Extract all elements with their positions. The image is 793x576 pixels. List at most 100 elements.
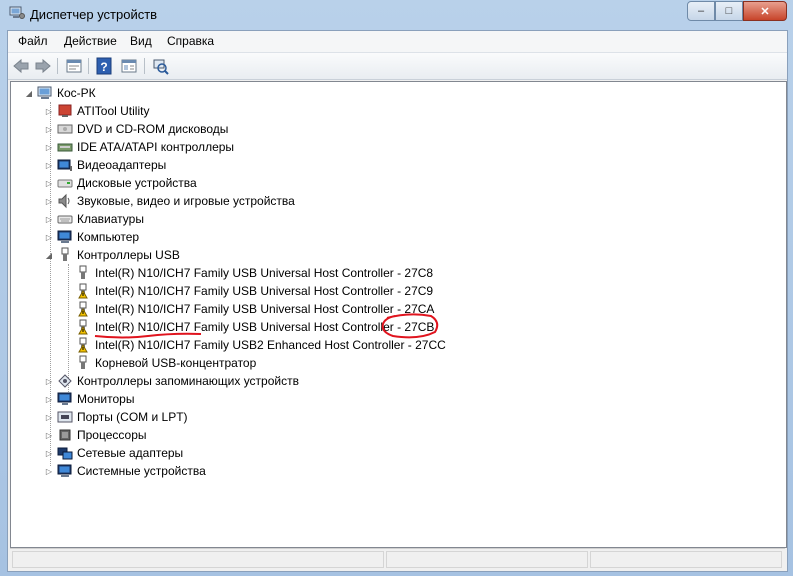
- usb-device-item[interactable]: Intel(R) N10/ICH7 Family USB2 Enhanced H…: [75, 336, 446, 354]
- processor-icon: [59, 429, 71, 441]
- menu-file[interactable]: Файл: [18, 34, 48, 48]
- tree-category[interactable]: ▷ Сетевые адаптеры: [45, 444, 183, 462]
- tree-root-label: Кос-РК: [57, 86, 96, 100]
- usb-warning-icon: [78, 337, 88, 353]
- tree-category[interactable]: ▷ Звуковые, видео и игровые устройства: [45, 192, 295, 210]
- usb-device-item[interactable]: Intel(R) N10/ICH7 Family USB Universal H…: [75, 318, 434, 336]
- ide-icon: [57, 143, 73, 152]
- usb-device-item[interactable]: Intel(R) N10/ICH7 Family USB Universal H…: [75, 264, 433, 282]
- display-adapter-icon: [57, 159, 72, 171]
- tree-category[interactable]: ▷ Компьютер: [45, 228, 139, 246]
- maximize-button[interactable]: □: [715, 1, 743, 21]
- properties-icon[interactable]: [65, 57, 83, 75]
- expand-arrow-icon[interactable]: ▷: [45, 395, 53, 404]
- tree-category[interactable]: ▷ Порты (COM и LPT): [45, 408, 188, 426]
- category-label: Звуковые, видео и игровые устройства: [77, 194, 295, 208]
- device-manager-icon: [9, 6, 25, 19]
- expand-arrow-icon[interactable]: ▷: [45, 377, 53, 386]
- tree-category[interactable]: ▷ Клавиатуры: [45, 210, 144, 228]
- monitor-icon: [57, 392, 72, 405]
- tree-category[interactable]: ▷ Контроллеры запоминающих устройств: [45, 372, 299, 390]
- tree-category-usb[interactable]: ◢ Контроллеры USB: [45, 246, 180, 264]
- disk-icon: [57, 179, 73, 188]
- collapse-arrow-icon[interactable]: ◢: [25, 89, 33, 98]
- expand-arrow-icon[interactable]: ▷: [45, 197, 53, 206]
- expand-arrow-icon[interactable]: ▷: [45, 161, 53, 170]
- computer-icon: [37, 86, 52, 99]
- usb-device-item[interactable]: Intel(R) N10/ICH7 Family USB Universal H…: [75, 300, 434, 318]
- tree-category[interactable]: ▷ ATITool Utility: [45, 102, 150, 120]
- category-label: Клавиатуры: [77, 212, 144, 226]
- category-label: ATITool Utility: [77, 104, 150, 118]
- ati-icon: [58, 104, 72, 117]
- back-icon[interactable]: [12, 57, 30, 75]
- device-label: Intel(R) N10/ICH7 Family USB Universal H…: [95, 284, 434, 298]
- tree-category[interactable]: ▷ Дисковые устройства: [45, 174, 197, 192]
- usb-warning-icon: [78, 283, 88, 299]
- sound-icon: [58, 193, 70, 209]
- device-label: Intel(R) N10/ICH7 Family USB Universal H…: [95, 320, 435, 334]
- tree-category[interactable]: ▷ DVD и CD-ROM дисководы: [45, 120, 228, 138]
- usb-warning-icon: [78, 301, 88, 317]
- tree-category[interactable]: ▷ Процессоры: [45, 426, 147, 444]
- client-area: Файл Действие Вид Справка ? ◢ Кос-РК ▷ A…: [7, 30, 788, 572]
- expand-arrow-icon[interactable]: ▷: [45, 413, 53, 422]
- toolbar: ?: [8, 53, 787, 80]
- usb-device-item[interactable]: Корневой USB-концентратор: [75, 354, 256, 372]
- title-bar[interactable]: Диспетчер устройств – □ ✕: [0, 0, 793, 30]
- expand-arrow-icon[interactable]: ▷: [45, 449, 53, 458]
- minimize-button[interactable]: –: [687, 1, 715, 21]
- expand-arrow-icon[interactable]: ▷: [45, 233, 53, 242]
- usb-device-item[interactable]: Intel(R) N10/ICH7 Family USB Universal H…: [75, 282, 433, 300]
- usb-icon: [61, 247, 69, 261]
- menu-view[interactable]: Вид: [130, 34, 152, 48]
- expand-arrow-icon[interactable]: ▷: [45, 143, 53, 152]
- expand-arrow-icon[interactable]: ▷: [45, 107, 53, 116]
- category-label: Компьютер: [77, 230, 140, 244]
- category-label: Контроллеры запоминающих устройств: [77, 374, 299, 388]
- expand-arrow-icon[interactable]: ▷: [45, 179, 53, 188]
- category-label: Мониторы: [77, 392, 135, 406]
- device-label: Intel(R) N10/ICH7 Family USB Universal H…: [95, 302, 435, 316]
- menu-bar: Файл Действие Вид Справка: [8, 31, 787, 53]
- category-label: DVD и CD-ROM дисководы: [77, 122, 229, 136]
- tree-category[interactable]: ▷ Системные устройства: [45, 462, 206, 480]
- tree-category[interactable]: ▷ Видеоадаптеры: [45, 156, 166, 174]
- usb-plug-icon: [79, 265, 87, 279]
- help-icon[interactable]: ?: [95, 57, 113, 75]
- window-title: Диспетчер устройств: [30, 7, 158, 22]
- tree-category[interactable]: ▷ Мониторы: [45, 390, 135, 408]
- port-icon: [57, 411, 73, 423]
- usb-warning-icon: [78, 319, 88, 335]
- collapse-arrow-icon[interactable]: ◢: [45, 251, 53, 260]
- system-icon: [57, 464, 72, 477]
- menu-action[interactable]: Действие: [64, 34, 117, 48]
- svg-text:?: ?: [100, 60, 107, 74]
- device-tree[interactable]: ◢ Кос-РК ▷ ATITool Utility ▷ DVD и CD-RO…: [10, 81, 787, 548]
- network-icon: [57, 447, 73, 460]
- category-label: Порты (COM и LPT): [77, 410, 188, 424]
- dvd-icon: [57, 124, 73, 134]
- expand-arrow-icon[interactable]: ▷: [45, 215, 53, 224]
- expand-arrow-icon[interactable]: ▷: [45, 125, 53, 134]
- tree-root[interactable]: ◢ Кос-РК: [25, 84, 96, 102]
- device-manager-window: Диспетчер устройств – □ ✕ Файл Действие …: [0, 0, 793, 576]
- category-label: Дисковые устройства: [77, 176, 197, 190]
- keyboard-icon: [57, 215, 73, 224]
- category-label: Видеоадаптеры: [77, 158, 167, 172]
- category-label: Процессоры: [77, 428, 147, 442]
- device-label: Intel(R) N10/ICH7 Family USB Universal H…: [95, 266, 434, 280]
- expand-arrow-icon[interactable]: ▷: [45, 431, 53, 440]
- status-bar: [10, 548, 785, 569]
- view-icon[interactable]: [120, 57, 138, 75]
- menu-help[interactable]: Справка: [167, 34, 214, 48]
- forward-icon[interactable]: [34, 57, 52, 75]
- close-button[interactable]: ✕: [743, 1, 787, 21]
- tree-category[interactable]: ▷ IDE ATA/ATAPI контроллеры: [45, 138, 234, 156]
- device-label: Корневой USB-концентратор: [95, 356, 257, 370]
- scan-hardware-icon[interactable]: [151, 57, 169, 75]
- category-label: Сетевые адаптеры: [77, 446, 184, 460]
- category-label: Системные устройства: [77, 464, 206, 478]
- expand-arrow-icon[interactable]: ▷: [45, 467, 53, 476]
- category-label: Контроллеры USB: [77, 248, 180, 262]
